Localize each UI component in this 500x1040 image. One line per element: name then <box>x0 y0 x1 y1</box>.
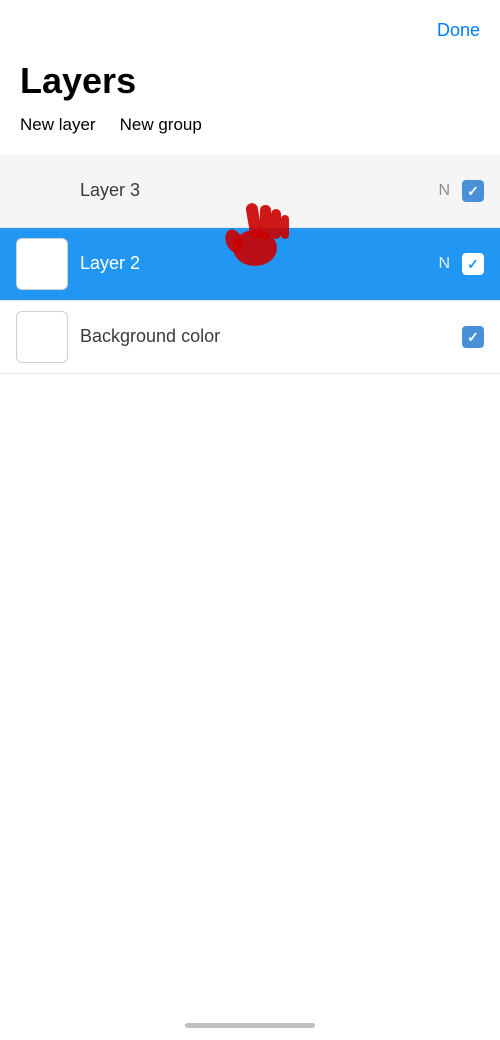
checkmark-icon: ✓ <box>467 257 479 271</box>
new-layer-button[interactable]: New layer <box>20 115 96 135</box>
actions-row: New layer New group <box>20 109 480 147</box>
title-section: Layers New layer New group <box>0 53 500 151</box>
layer-visibility-checkbox[interactable]: ✓ <box>462 326 484 348</box>
checkmark-icon: ✓ <box>467 330 479 344</box>
layer-mode: N <box>438 182 450 200</box>
layer-visibility-checkbox[interactable]: ✓ <box>462 253 484 275</box>
layer-name: Layer 3 <box>80 180 438 201</box>
layer-name: Background color <box>80 326 462 347</box>
layer-name: Layer 2 <box>80 253 438 274</box>
checkmark-icon: ✓ <box>467 184 479 198</box>
layer-visibility-checkbox[interactable]: ✓ <box>462 180 484 202</box>
new-group-button[interactable]: New group <box>120 115 202 135</box>
table-row[interactable]: Layer 2 N ✓ <box>0 228 500 300</box>
layers-list: Layer 3 N ✓ Layer 2 N ✓ Background color… <box>0 155 500 374</box>
table-row[interactable]: Layer 3 N ✓ <box>0 155 500 228</box>
layer-thumbnail <box>16 238 68 290</box>
table-row[interactable]: Background color ✓ <box>0 300 500 374</box>
home-indicator <box>185 1023 315 1028</box>
layer-thumbnail <box>16 165 68 217</box>
layer-thumbnail <box>16 311 68 363</box>
header: Done <box>0 0 500 53</box>
page-title: Layers <box>20 61 480 101</box>
layer-mode: N <box>438 255 450 273</box>
done-button[interactable]: Done <box>437 16 480 45</box>
